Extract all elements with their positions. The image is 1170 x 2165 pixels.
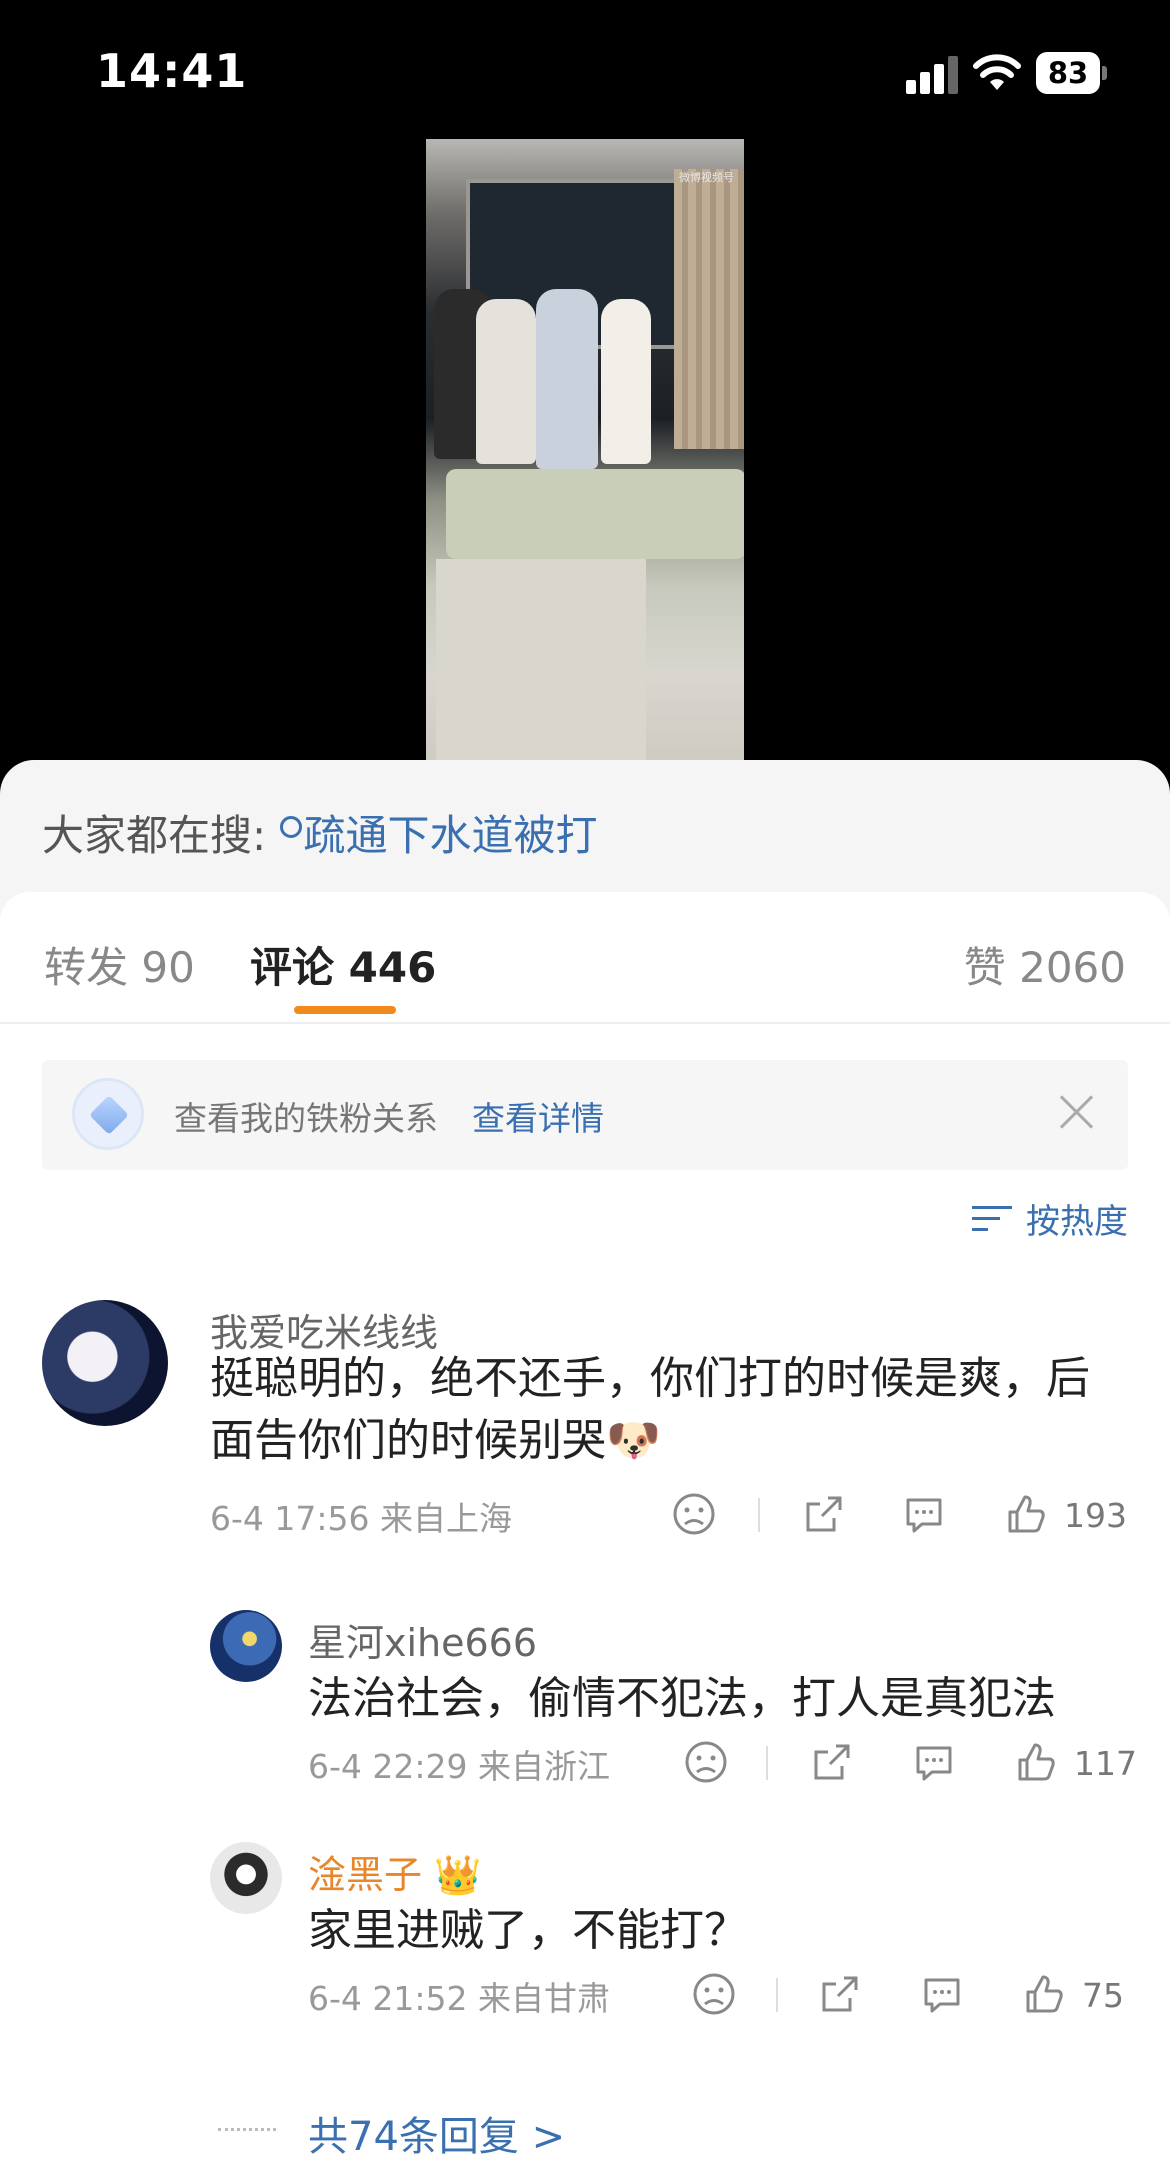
sort-icon [972, 1202, 1012, 1236]
doge-emoji-icon: 🐶 [606, 1415, 661, 1466]
reply-icon[interactable] [902, 1492, 946, 1536]
tab-repost[interactable]: 转发 90 [44, 934, 195, 995]
replies-divider [218, 2128, 276, 2131]
tab-likes-count: 2060 [1019, 943, 1126, 992]
share-icon[interactable] [810, 1740, 854, 1784]
like-count: 193 [1064, 1496, 1127, 1535]
comment-sheet: 大家都在搜: 疏通下水道被打 转发 90 评论 446 赞 2060 查看我的铁… [0, 760, 1170, 2165]
reply-location: 来自浙江 [478, 1747, 610, 1786]
divider [776, 1978, 778, 2012]
video-person [476, 299, 536, 464]
reply-text: 法治社会，偷情不犯法，打人是真犯法 [308, 1673, 1056, 1724]
battery-level: 83 [1036, 52, 1100, 94]
divider [0, 1022, 1170, 1024]
reply-icon[interactable] [920, 1972, 964, 2016]
reply-time: 6-4 22:29 [308, 1747, 468, 1786]
divider [758, 1498, 760, 1532]
comment-meta: 6-4 17:56 来自上海 [210, 1492, 512, 1540]
more-replies-link[interactable]: 共74条回复 > [308, 2104, 565, 2162]
divider [766, 1746, 768, 1780]
comment-location: 来自上海 [380, 1499, 512, 1538]
fan-relation-banner[interactable]: 查看我的铁粉关系 查看详情 [42, 1060, 1128, 1170]
tab-comments-count: 446 [348, 943, 437, 992]
share-icon[interactable] [802, 1492, 846, 1536]
like-icon[interactable] [1022, 1972, 1066, 2016]
reply-meta: 6-4 22:29 来自浙江 [308, 1740, 610, 1788]
wifi-icon [973, 54, 1021, 90]
video-player[interactable]: 微博视频号 [426, 139, 744, 761]
video-scene-table [436, 559, 646, 761]
reply-meta: 6-4 21:52 来自甘肃 [308, 1972, 610, 2020]
dislike-icon[interactable] [684, 1740, 728, 1784]
reply-text: 家里进贼了，不能打？ [308, 1905, 748, 1956]
reply-username[interactable]: 淦黑子 👑 [308, 1844, 481, 1899]
fan-banner-link[interactable]: 查看详情 [472, 1092, 604, 1140]
battery-icon: 83 [1036, 52, 1107, 94]
reply-username-text: 淦黑子 [308, 1853, 423, 1897]
dislike-icon[interactable] [692, 1972, 736, 2016]
hot-search[interactable]: 大家都在搜: 疏通下水道被打 [42, 802, 598, 863]
reply-username[interactable]: 星河xihe666 [308, 1612, 537, 1667]
video-watermark: 微博视频号 [679, 171, 734, 184]
reply-actions: 75 [692, 1972, 1128, 2022]
tab-likes-label: 赞 [963, 943, 1006, 992]
avatar[interactable] [210, 1610, 282, 1682]
comments-panel: 转发 90 评论 446 赞 2060 查看我的铁粉关系 查看详情 按热度 我爱… [0, 892, 1170, 2165]
tab-comments-label: 评论 [250, 943, 335, 992]
like-count: 75 [1082, 1976, 1124, 2015]
reply-icon[interactable] [912, 1740, 956, 1784]
share-icon[interactable] [818, 1972, 862, 2016]
video-person [536, 289, 598, 469]
video-scene-sofa [446, 469, 744, 559]
comment-time: 6-4 17:56 [210, 1499, 370, 1538]
video-scene-curtain [674, 169, 744, 449]
avatar[interactable] [42, 1300, 168, 1426]
tab-repost-label: 转发 [44, 943, 129, 992]
active-tab-indicator [294, 1006, 396, 1014]
reply-actions: 117 [684, 1740, 1137, 1790]
sort-label: 按热度 [1026, 1202, 1128, 1242]
search-icon [279, 816, 302, 838]
close-icon[interactable] [1054, 1090, 1098, 1134]
reply-time: 6-4 21:52 [308, 1979, 468, 2018]
like-count: 117 [1074, 1744, 1137, 1783]
comment-text: 挺聪明的，绝不还手，你们打的时候是爽，后面告你们的时候别哭🐶 [210, 1348, 1110, 1472]
status-time: 14:41 [96, 44, 248, 98]
like-icon[interactable] [1014, 1740, 1058, 1784]
dislike-icon[interactable] [672, 1492, 716, 1536]
hot-search-prefix: 大家都在搜: [42, 811, 280, 860]
status-bar: 14:41 83 [0, 0, 1170, 140]
avatar[interactable] [210, 1842, 282, 1914]
sort-by-hot-button[interactable]: 按热度 [972, 1194, 1128, 1243]
tab-likes[interactable]: 赞 2060 [964, 934, 1126, 995]
tab-repost-count: 90 [141, 943, 195, 992]
video-person [601, 299, 651, 464]
crown-badge-icon: 👑 [434, 1853, 482, 1897]
comment-actions: 193 [672, 1492, 1128, 1542]
like-icon[interactable] [1004, 1492, 1048, 1536]
diamond-badge-icon [72, 1078, 144, 1150]
hot-search-keyword[interactable]: 疏通下水道被打 [304, 811, 598, 860]
tab-comments[interactable]: 评论 446 [250, 934, 436, 995]
reply-location: 来自甘肃 [478, 1979, 610, 2018]
fan-banner-text: 查看我的铁粉关系 [174, 1099, 438, 1138]
cellular-signal-icon [906, 56, 958, 94]
